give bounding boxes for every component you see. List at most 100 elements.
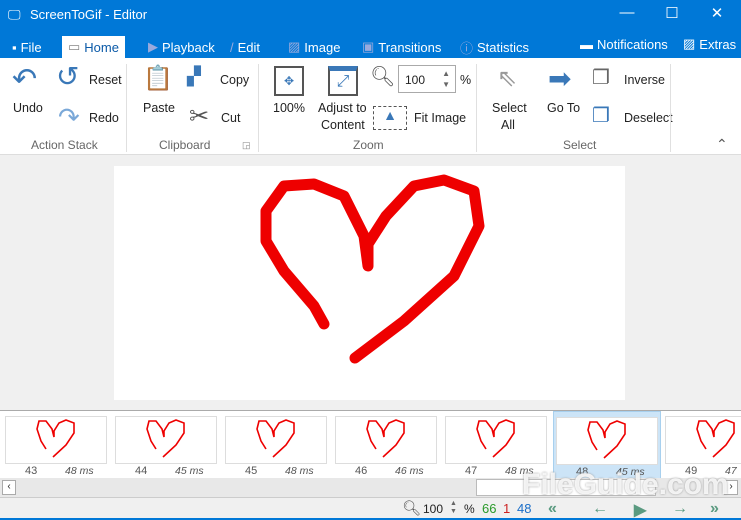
transitions-icon: ▣ — [362, 39, 375, 54]
tab-label: Image — [304, 39, 341, 55]
frame-number: 43 — [25, 465, 38, 477]
frame-number: 44 — [135, 465, 148, 477]
magnifier-icon: 🔍︎ — [402, 500, 422, 517]
divider — [126, 64, 127, 152]
next-frame-icon[interactable]: → — [672, 500, 688, 518]
reset-button[interactable]: Reset — [89, 73, 122, 87]
undo-icon: ↶ — [12, 63, 38, 96]
group-select: Select — [563, 138, 597, 152]
status-bar: 🔍︎ 100 ▲ ▼ % 66 1 48 « ← ▶ → » — [0, 497, 741, 520]
frame-thumbnail — [335, 416, 437, 464]
undo-button[interactable]: Undo — [13, 101, 43, 115]
frame-number: 46 — [355, 465, 368, 477]
zoom-value: 100 — [405, 73, 426, 87]
frame-canvas[interactable] — [114, 166, 625, 400]
ribbon: ↶ Undo ↺ Reset ↷ Redo Action Stack 📋 Pas… — [0, 58, 741, 155]
deselect-icon: ❐ — [592, 105, 610, 127]
frame-item[interactable]: 46 46 ms — [333, 411, 441, 479]
divider — [670, 64, 671, 152]
close-button[interactable]: ✕ — [702, 4, 732, 24]
extras-label: Extras — [699, 36, 737, 52]
frame-thumbnail — [445, 416, 547, 464]
current-frame-number: 48 — [517, 501, 532, 516]
zoom-input[interactable]: 100 ▲ ▼ — [398, 65, 456, 93]
previous-frame-icon[interactable]: ← — [592, 500, 608, 518]
window-title: ScreenToGif - Editor — [30, 7, 148, 22]
frame-thumbnail — [556, 417, 658, 465]
redo-button[interactable]: Redo — [89, 111, 119, 125]
extras-icon: ▨ — [683, 36, 696, 51]
magnifier-icon: 🔍︎ — [370, 66, 396, 88]
minimize-button[interactable]: — — [612, 4, 642, 24]
zoom-unit: % — [460, 73, 472, 87]
cut-icon: ✂ — [189, 103, 210, 130]
play-icon[interactable]: ▶ — [634, 500, 646, 520]
last-frame-icon[interactable]: » — [710, 500, 719, 518]
frame-delay: 48 ms — [285, 465, 314, 477]
tab-transitions[interactable]: ▣ Transitions — [356, 36, 447, 58]
fit-image-button[interactable]: Fit Image — [414, 111, 466, 125]
adjust-to-content-label: Content — [321, 118, 365, 132]
frame-total-count: 66 — [482, 501, 497, 516]
paste-icon: 📋 — [143, 65, 173, 92]
paste-button[interactable]: Paste — [143, 101, 175, 115]
selected-frame-count: 1 — [503, 501, 511, 516]
frame-item[interactable]: 43 48 ms — [3, 411, 111, 479]
inverse-button[interactable]: Inverse — [624, 73, 665, 87]
title-bar: 🖵 ScreenToGif - Editor — ☐ ✕ ▪ File ▭ Home… — [0, 0, 741, 58]
tab-statistics[interactable]: ⓘ Statistics — [454, 36, 535, 58]
zoom-100-button[interactable]: 100% — [273, 101, 305, 115]
tab-file[interactable]: ▪ File — [6, 36, 48, 58]
notification-icon: ▬ — [580, 36, 593, 52]
tab-label: Playback — [162, 39, 215, 55]
pen-icon: / — [230, 39, 234, 55]
frame-item[interactable]: 45 48 ms — [223, 411, 331, 479]
tab-home[interactable]: ▭ Home — [62, 36, 125, 58]
zoom-stepper[interactable]: ▲ ▼ — [442, 68, 450, 90]
select-all-button[interactable]: Select — [492, 101, 527, 115]
image-icon: ▨ — [288, 39, 301, 54]
frame-item[interactable]: 44 45 ms — [113, 411, 221, 479]
select-all-label: All — [501, 118, 515, 132]
adjust-to-content-button[interactable]: Adjust to — [318, 101, 367, 115]
frame-delay: 45 ms — [175, 465, 204, 477]
copy-button[interactable]: Copy — [220, 73, 249, 87]
heart-drawing — [260, 174, 485, 364]
play-icon: ▶ — [148, 39, 158, 54]
maximize-button[interactable]: ☐ — [657, 4, 687, 24]
frame-thumbnail — [115, 416, 217, 464]
go-to-icon: ➡ — [548, 63, 572, 94]
group-action-stack: Action Stack — [31, 138, 98, 152]
first-frame-icon[interactable]: « — [548, 500, 557, 518]
redo-icon: ↷ — [58, 102, 80, 132]
tab-label: Home — [84, 39, 119, 55]
tab-edit[interactable]: / Edit — [224, 36, 266, 58]
divider — [476, 64, 477, 152]
cursor-icon: ⇖ — [497, 65, 518, 92]
status-zoom-stepper[interactable]: ▲ ▼ — [450, 500, 457, 516]
tab-label: Edit — [237, 39, 261, 55]
notifications-button[interactable]: ▬ Notifications — [574, 33, 674, 55]
frame-thumbnail — [665, 416, 741, 464]
inverse-icon: ❐ — [592, 67, 610, 89]
group-clipboard: Clipboard — [159, 138, 211, 152]
frame-delay: 48 ms — [65, 465, 94, 477]
home-icon: ▭ — [68, 39, 81, 54]
dialog-launcher-icon[interactable]: ◲ — [242, 140, 251, 151]
extras-button[interactable]: ▨ Extras — [677, 33, 741, 55]
collapse-ribbon-icon[interactable]: ⌃ — [716, 136, 728, 153]
fit-image-icon: ▲ — [373, 106, 407, 130]
scroll-left-button[interactable]: ‹ — [2, 480, 16, 495]
cut-button[interactable]: Cut — [221, 111, 240, 125]
reset-icon: ↺ — [56, 61, 80, 92]
frame-number: 47 — [465, 465, 478, 477]
status-zoom-value[interactable]: 100 — [423, 502, 443, 516]
actual-size-icon: ✥ — [274, 66, 304, 96]
deselect-button[interactable]: Deselect — [624, 111, 673, 125]
group-zoom: Zoom — [353, 138, 384, 152]
tab-image[interactable]: ▨ Image — [282, 36, 346, 58]
tab-playback[interactable]: ▶ Playback — [142, 36, 221, 58]
info-icon: ⓘ — [460, 40, 474, 56]
go-to-button[interactable]: Go To — [547, 101, 580, 115]
tab-label: File — [20, 39, 42, 55]
